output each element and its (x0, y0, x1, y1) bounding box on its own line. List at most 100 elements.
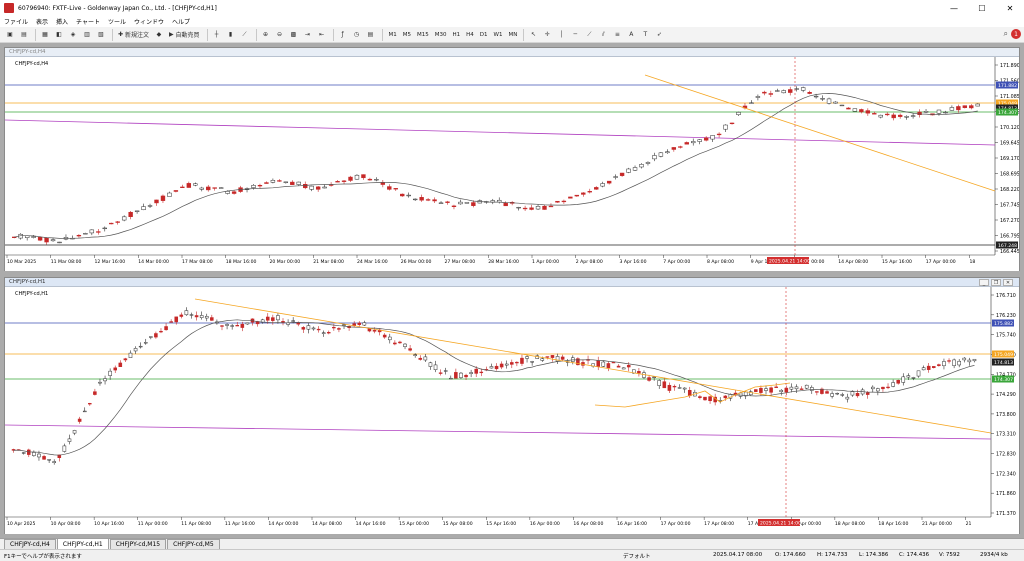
candle-body (44, 237, 49, 243)
text-tool-icon[interactable]: A (625, 29, 637, 41)
candle-body (443, 370, 448, 372)
chart-h1-close-button[interactable]: ✕ (1003, 279, 1013, 286)
autoscroll-icon[interactable]: ⇥ (302, 29, 314, 41)
chart-h4-plot[interactable]: CHFJPY-cd,H4171.890171.560171.085170.595… (5, 57, 1019, 271)
candle-body (210, 317, 214, 321)
minimize-button[interactable]: — (940, 0, 968, 16)
data-window-icon[interactable]: ◧ (53, 29, 65, 41)
horizontal-line-icon[interactable]: ─ (569, 29, 581, 41)
maximize-button[interactable]: ☐ (968, 0, 996, 16)
arrows-tool-icon[interactable]: ➶ (653, 29, 665, 41)
menu-window[interactable]: ウィンドウ (134, 17, 164, 26)
tile-windows-icon[interactable]: ▩ (288, 29, 300, 41)
tab-chfjpy-m5[interactable]: CHFJPY-cd,M5 (167, 539, 220, 549)
candle-body (189, 314, 194, 316)
auto-trading-button[interactable]: ▶ 自動売買 (167, 29, 202, 41)
fibonacci-icon[interactable]: ≡ (611, 29, 623, 41)
candle-body (277, 180, 282, 182)
timeframe-m30[interactable]: M30 (432, 32, 450, 38)
notification-badge[interactable]: 1 (1011, 29, 1021, 39)
timeframe-m5[interactable]: M5 (400, 32, 414, 38)
price-tick-label: 175.740 (996, 333, 1016, 339)
timeframe-m1[interactable]: M1 (386, 32, 400, 38)
label-tool-icon[interactable]: T (639, 29, 651, 41)
price-tag-label: 175.882 (994, 321, 1013, 327)
candle-body (412, 198, 418, 201)
candle-body (788, 89, 793, 93)
candle-body (454, 372, 458, 379)
timeframe-d1[interactable]: D1 (477, 32, 491, 38)
menu-tools[interactable]: ツール (108, 17, 126, 26)
candle-body (133, 348, 138, 352)
candle-body (671, 147, 677, 150)
time-tick-label: 2 Apr 08:00 (576, 259, 603, 265)
metaeditor-icon[interactable]: ◆ (153, 29, 165, 41)
chart-h1-minimize-button[interactable]: _ (979, 279, 989, 286)
timeframe-h4[interactable]: H4 (463, 32, 477, 38)
candle-body (723, 124, 728, 130)
periods-icon[interactable]: ◷ (351, 29, 363, 41)
templates-icon[interactable]: ▤ (365, 29, 377, 41)
tab-chfjpy-h4[interactable]: CHFJPY-cd,H4 (4, 539, 56, 549)
timeframe-w1[interactable]: W1 (491, 32, 506, 38)
candle-body (428, 362, 433, 367)
chart-shift-icon[interactable]: ⇤ (316, 29, 328, 41)
candle-body (616, 365, 621, 368)
line-chart-icon[interactable]: ⟋ (239, 29, 251, 41)
navigator-icon[interactable]: ◈ (67, 29, 79, 41)
bar-chart-icon[interactable]: ┼ (211, 29, 223, 41)
candle-body (865, 392, 870, 395)
candles-icon[interactable]: ▮ (225, 29, 237, 41)
candle-body (76, 234, 82, 237)
chart-window-h1[interactable]: CHFJPY-cd,H1 _ ❐ ✕ CHFJPY-cd,H1 176.710 17… (4, 277, 1020, 534)
candle-body (969, 105, 974, 109)
profiles-icon[interactable]: ▤ (18, 29, 30, 41)
vertical-line-icon[interactable]: │ (555, 29, 567, 41)
candle-body (672, 385, 677, 388)
trendline-icon[interactable]: ⟋ (583, 29, 595, 41)
timeframe-mn[interactable]: MN (505, 32, 520, 38)
tab-chfjpy-h1[interactable]: CHFJPY-cd,H1 (56, 538, 109, 549)
timeframe-h1[interactable]: H1 (450, 32, 464, 38)
candle-body (896, 380, 900, 384)
chart-window-h4[interactable]: CHFJPY-cd,H4 CHFJPY-cd,H4171.890171.5601… (4, 47, 1020, 271)
channel-icon[interactable]: ⫽ (597, 29, 609, 41)
timeframe-m15[interactable]: M15 (414, 32, 432, 38)
market-watch-icon[interactable]: ▦ (39, 29, 51, 41)
menu-file[interactable]: ファイル (4, 17, 28, 26)
new-chart-icon[interactable]: ▣ (4, 29, 16, 41)
menu-insert[interactable]: 挿入 (56, 17, 68, 26)
time-tick-label: 18 Apr 16:00 (878, 521, 908, 527)
candle-body (807, 92, 812, 94)
candle-body (667, 384, 672, 391)
tab-chfjpy-m15[interactable]: CHFJPY-cd,M15 (109, 539, 167, 549)
zoom-out-icon[interactable]: ⊖ (274, 29, 286, 41)
price-tick-label: 172.340 (996, 471, 1016, 477)
price-tick-label: 171.370 (996, 511, 1016, 517)
chart-h1-plot[interactable]: CHFJPY-cd,H1176.710176.230175.740175.260… (5, 287, 1019, 534)
close-button[interactable]: ✕ (996, 0, 1024, 16)
new-order-button[interactable]: ✚ 新規注文 (116, 29, 151, 41)
candle-body (962, 105, 968, 108)
crosshair-icon[interactable]: ✛ (541, 29, 553, 41)
tester-icon[interactable]: ▧ (95, 29, 107, 41)
chart-h1-restore-button[interactable]: ❐ (991, 279, 1001, 286)
candle-body (93, 391, 97, 395)
terminal-icon[interactable]: ▥ (81, 29, 93, 41)
candle-body (550, 355, 555, 358)
candle-body (149, 336, 153, 338)
search-icon[interactable]: ⌕ (1004, 29, 1008, 39)
candle-body (923, 111, 929, 113)
zoom-in-icon[interactable]: ⊕ (260, 29, 272, 41)
candle-body (225, 324, 229, 326)
indicators-icon[interactable]: ƒ (337, 29, 349, 41)
candle-body (494, 365, 499, 370)
candle-body (121, 216, 127, 221)
candle-body (794, 88, 799, 90)
menu-charts[interactable]: チャート (76, 17, 100, 26)
cursor-icon[interactable]: ↖ (527, 29, 539, 41)
menu-view[interactable]: 表示 (36, 17, 48, 26)
time-tick-label: 3 Apr 16:00 (620, 259, 647, 265)
candle-body (535, 206, 541, 210)
menu-help[interactable]: ヘルプ (172, 17, 190, 26)
